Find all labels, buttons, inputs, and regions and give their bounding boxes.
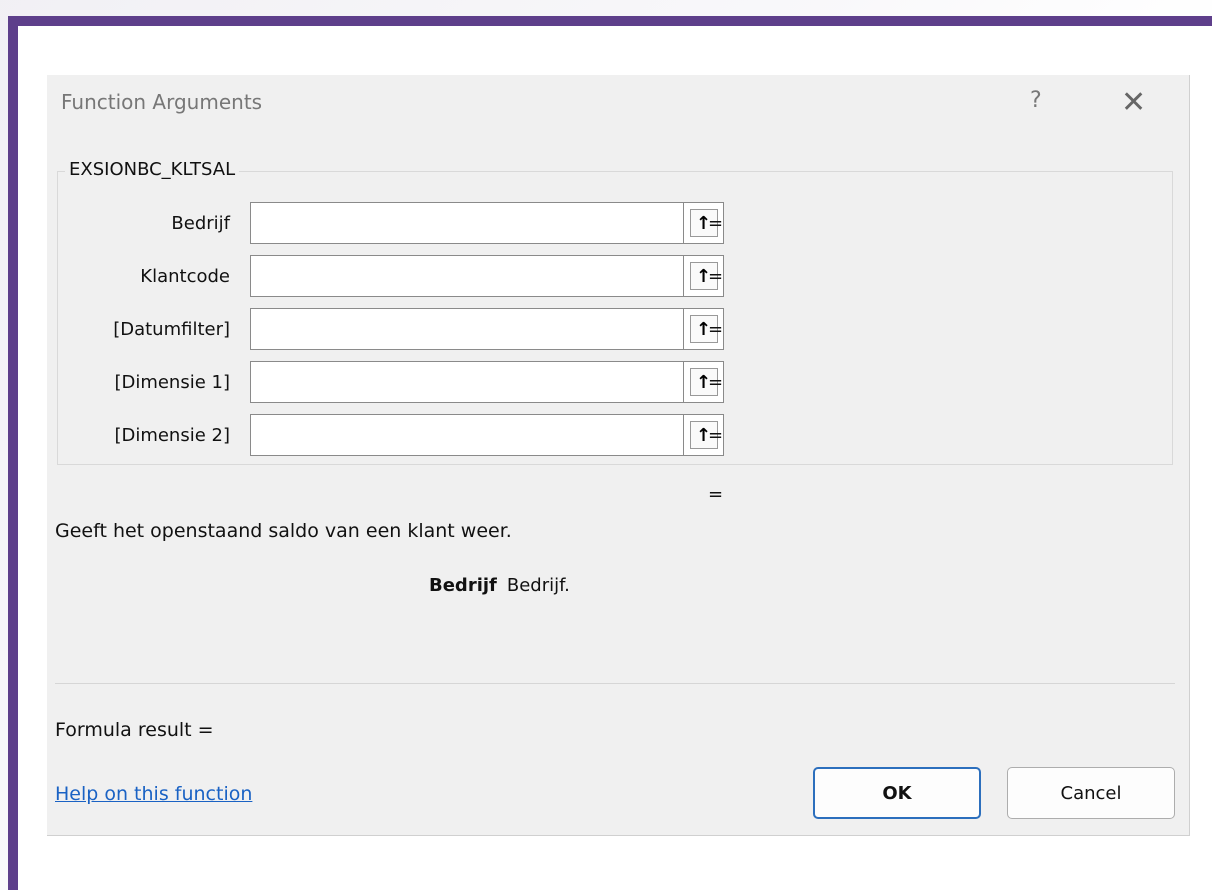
argument-description-name: Bedrijf <box>429 575 497 596</box>
arg-input-dimensie-2[interactable] <box>250 414 684 456</box>
arg-input-datumfilter[interactable] <box>250 308 684 350</box>
arg-label-datumfilter: [Datumfilter] <box>113 319 230 340</box>
arg-label-dimensie-2: [Dimensie 2] <box>114 425 230 446</box>
arg-label-bedrijf: Bedrijf <box>171 213 230 234</box>
arg-equals: = <box>708 425 724 446</box>
argument-description-text: Bedrijf. <box>506 575 570 596</box>
function-name: EXSIONBC_KLTSAL <box>65 159 240 180</box>
help-on-function-link[interactable]: Help on this function <box>55 783 252 805</box>
function-description: Geeft het openstaand saldo van een klant… <box>55 520 512 542</box>
divider <box>55 683 1175 684</box>
function-arguments-dialog: Function Arguments ? ✕ EXSIONBC_KLTSAL B… <box>47 75 1190 836</box>
arg-input-klantcode[interactable] <box>250 255 684 297</box>
arg-input-dimensie-1[interactable] <box>250 361 684 403</box>
arg-equals: = <box>708 266 724 287</box>
arg-label-klantcode: Klantcode <box>140 266 230 287</box>
help-icon[interactable]: ? <box>1030 88 1042 113</box>
arg-input-bedrijf[interactable] <box>250 202 684 244</box>
close-icon[interactable]: ✕ <box>1121 85 1146 120</box>
function-result-equals: = <box>708 484 724 505</box>
arg-equals: = <box>708 319 724 340</box>
arg-label-dimensie-1: [Dimensie 1] <box>114 372 230 393</box>
arg-equals: = <box>708 372 724 393</box>
ok-button[interactable]: OK <box>813 767 981 819</box>
formula-result: Formula result = <box>55 719 214 741</box>
argument-description: Bedrijf Bedrijf. <box>429 575 570 596</box>
arg-equals: = <box>708 213 724 234</box>
cancel-button[interactable]: Cancel <box>1007 767 1175 819</box>
dialog-title: Function Arguments <box>61 90 263 114</box>
